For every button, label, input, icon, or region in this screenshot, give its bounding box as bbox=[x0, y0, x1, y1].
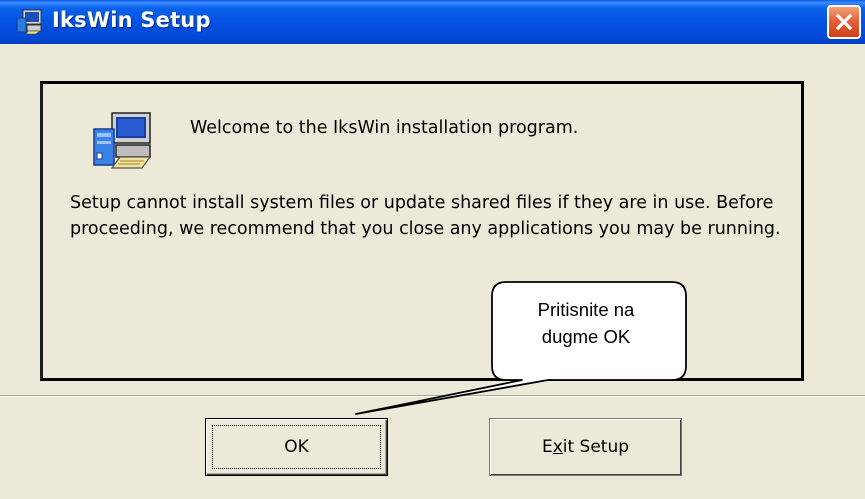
callout-bubble bbox=[355, 281, 687, 415]
callout-line-1: Pritisnite na bbox=[537, 299, 635, 320]
callout-line-2: dugme OK bbox=[541, 326, 631, 347]
setup-dialog: IksWin Setup Welcome to the IksWin insta… bbox=[0, 0, 865, 499]
callout-text: Pritisnite na dugme OK bbox=[492, 296, 680, 350]
